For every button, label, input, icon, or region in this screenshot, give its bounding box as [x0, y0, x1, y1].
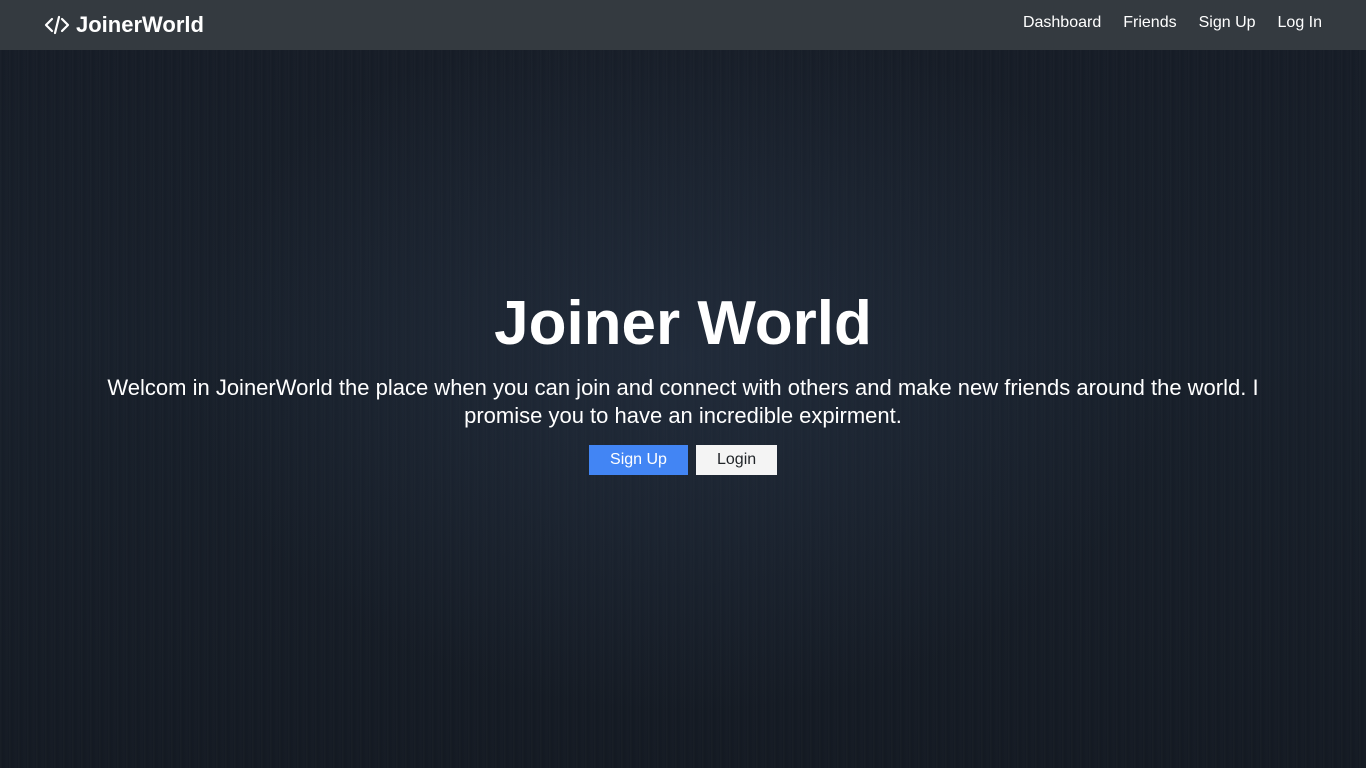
nav-links: Dashboard Friends Sign Up Log In [1001, 14, 1322, 32]
hero-description: Welcom in JoinerWorld the place when you… [107, 375, 1259, 428]
nav-link-dashboard[interactable]: Dashboard [1023, 14, 1101, 32]
hero-title: Joiner World [494, 289, 872, 358]
nav-link-log-in[interactable]: Log In [1278, 14, 1322, 32]
nav-link-sign-up[interactable]: Sign Up [1199, 14, 1256, 32]
login-button[interactable]: Login [696, 445, 777, 475]
code-icon [44, 14, 70, 36]
top-navbar: JoinerWorld Dashboard Friends Sign Up Lo… [0, 0, 1366, 50]
brand-name: JoinerWorld [76, 12, 204, 37]
brand-link[interactable]: JoinerWorld [44, 12, 204, 38]
hero-buttons: Sign Up Login [0, 445, 1366, 475]
hero-section: Joiner World Welcom in JoinerWorld the p… [0, 288, 1366, 475]
nav-link-friends[interactable]: Friends [1123, 14, 1176, 32]
sign-up-button[interactable]: Sign Up [589, 445, 688, 475]
